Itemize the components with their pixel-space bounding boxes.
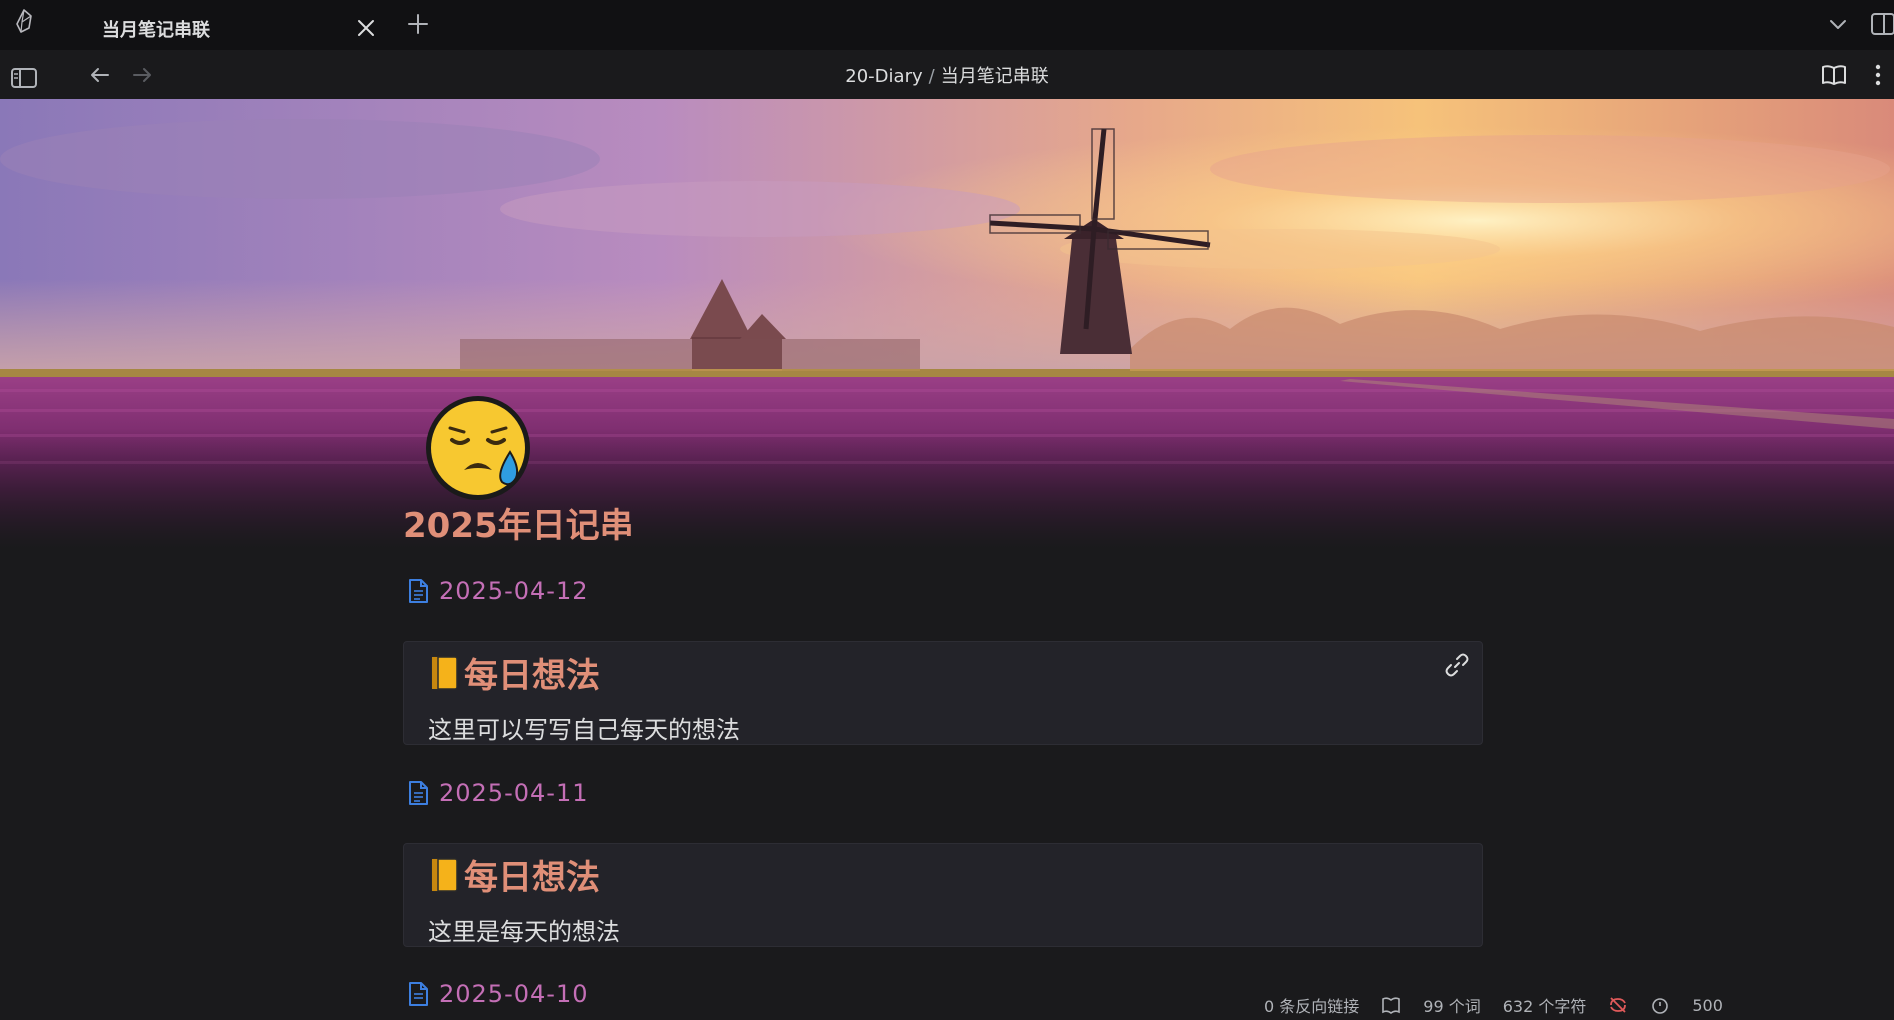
sync-disabled-icon[interactable] [1608,995,1628,1015]
link-icon[interactable] [1444,652,1470,678]
word-count: 99 个词 [1423,997,1481,1016]
tab-bar: 当月笔记串联 [0,0,1894,50]
close-icon[interactable] [354,16,378,40]
breadcrumb-separator: / [928,66,935,87]
book-icon[interactable] [1381,995,1401,1015]
breadcrumb: 20-Diary / 当月笔记串联 [0,62,1894,88]
card-heading-text: 每日想法 [464,858,600,898]
char-count: 632 个字符 [1502,997,1587,1016]
more-options-icon[interactable] [1864,61,1892,89]
timer-icon[interactable] [1650,995,1670,1015]
obsidian-logo-icon[interactable] [12,8,36,34]
card-heading: 每日想法 [428,850,600,899]
embedded-note-card: 每日想法 这里是每天的想法 [403,843,1483,947]
card-heading-text: 每日想法 [464,656,600,696]
nav-bar: 20-Diary / 当月笔记串联 [0,50,1894,99]
date-link-text[interactable]: 2025-04-11 [439,779,588,807]
date-link[interactable]: 2025-04-10 [407,980,588,1008]
chevron-down-icon[interactable] [1826,12,1850,36]
notebook-emoji-icon [431,655,458,690]
reading-view-book-icon[interactable] [1820,61,1848,89]
notebook-emoji-icon [431,857,458,892]
date-link-text[interactable]: 2025-04-10 [439,980,588,1008]
document-icon [409,781,428,805]
windmill-landscape-image [0,99,1894,549]
banner-image [0,99,1894,549]
card-body-text: 这里是每天的想法 [428,918,620,946]
tab-active[interactable]: 当月笔记串联 [78,6,390,50]
backlinks-count[interactable]: 0 条反向链接 [1264,993,1359,1017]
date-link-text[interactable]: 2025-04-12 [439,577,588,605]
card-body-text: 这里可以写写自己每天的想法 [428,716,740,744]
breadcrumb-folder[interactable]: 20-Diary [845,66,922,87]
tired-face-emoji-icon[interactable] [424,394,532,502]
document-icon [409,579,428,603]
embedded-note-card: 每日想法 这里可以写写自己每天的想法 [403,641,1483,745]
tab-title: 当月笔记串联 [102,20,210,41]
page-title: 2025年日记串 [403,506,634,546]
date-link[interactable]: 2025-04-12 [407,577,588,605]
document-icon [409,982,428,1006]
status-bar: 0 条反向链接 99 个词 632 个字符 500 [1250,990,1894,1020]
date-link[interactable]: 2025-04-11 [407,779,588,807]
right-sidebar-toggle-icon[interactable] [1870,10,1894,38]
status-number: 500 [1692,995,1723,1015]
breadcrumb-note[interactable]: 当月笔记串联 [941,66,1049,87]
new-tab-plus-icon[interactable] [406,12,430,36]
card-heading: 每日想法 [428,648,600,697]
